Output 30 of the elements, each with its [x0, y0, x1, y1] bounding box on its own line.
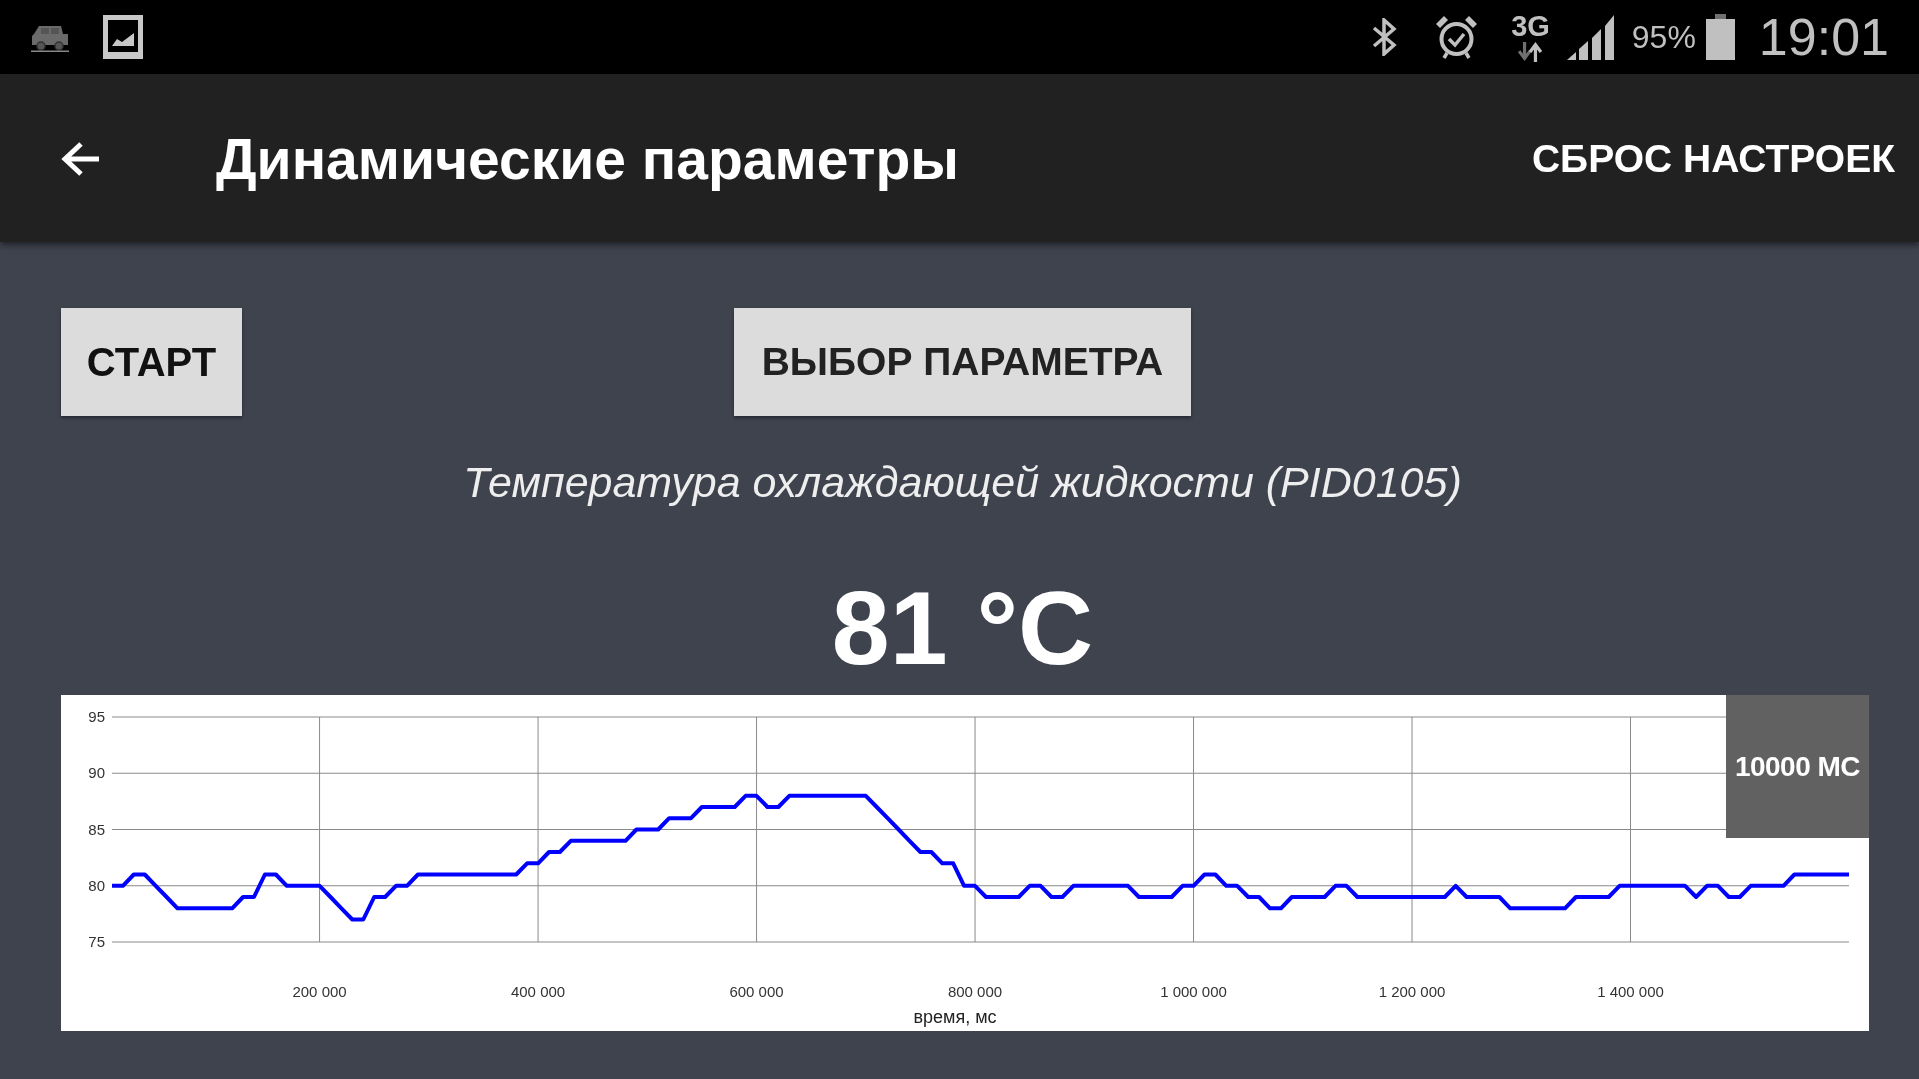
- x-tick-label: 800 000: [947, 983, 1003, 1000]
- x-tick-label: 1 200 000: [1378, 983, 1446, 1000]
- parameter-name: Температура охлаждающей жидкости (PID0105): [463, 457, 1462, 508]
- y-tick-label: 85: [88, 820, 105, 838]
- y-tick-label: 90: [88, 764, 105, 782]
- network-type: 3G: [1511, 12, 1550, 39]
- x-tick-label: 600 000: [729, 983, 784, 1000]
- x-axis-title: время, мс: [913, 1007, 997, 1027]
- reset-settings-button[interactable]: СБРОС НАСТРОЕК: [1531, 136, 1895, 181]
- screen-title: Динамические параметры: [216, 125, 959, 192]
- y-tick-label: 95: [88, 708, 105, 725]
- select-parameter-button[interactable]: ВЫБОР ПАРАМЕТРА: [734, 308, 1191, 416]
- image-icon: [103, 15, 143, 59]
- x-tick-label: 1 400 000: [1597, 983, 1664, 1000]
- car-icon: [30, 24, 70, 52]
- alarm-clock-icon: [1434, 14, 1480, 60]
- battery-percent: 95%: [1631, 18, 1696, 56]
- x-tick-label: 400 000: [510, 983, 566, 1000]
- x-tick-label: 200 000: [292, 983, 347, 1000]
- signal-icon: [1566, 14, 1614, 60]
- back-arrow-icon[interactable]: [61, 140, 101, 177]
- data-arrows-icon: [1518, 41, 1543, 62]
- battery-icon: [1705, 14, 1735, 60]
- x-tick-label: 1 000 000: [1160, 983, 1227, 1000]
- start-button[interactable]: СТАРТ: [61, 308, 242, 416]
- parameter-value: 81 °C: [831, 569, 1094, 688]
- y-tick-label: 80: [88, 876, 105, 894]
- interval-button[interactable]: 10000 МС: [1726, 695, 1869, 838]
- y-tick-label: 75: [88, 933, 105, 950]
- clock-time: 19:01: [1758, 11, 1889, 63]
